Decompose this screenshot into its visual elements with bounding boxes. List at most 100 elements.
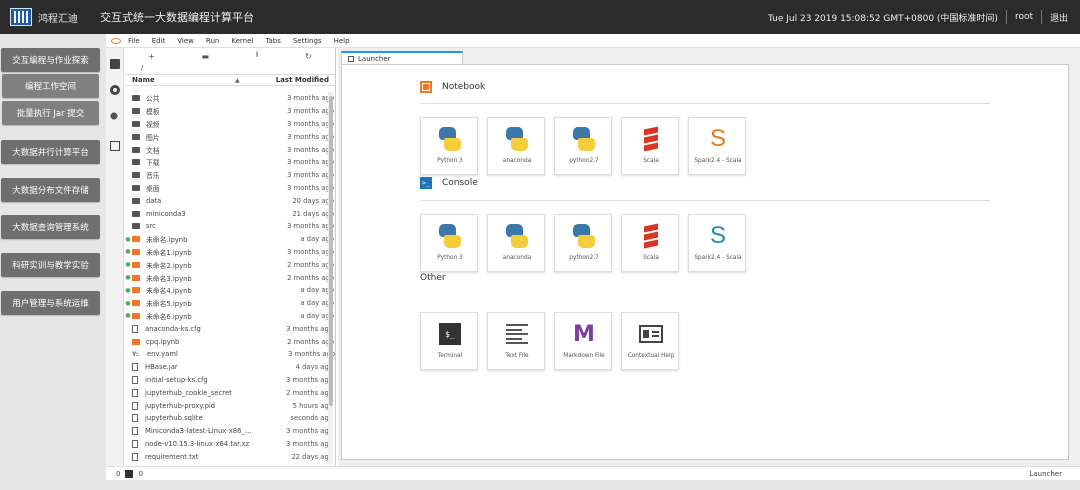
menu-help[interactable]: Help xyxy=(334,37,350,45)
menu-edit[interactable]: Edit xyxy=(152,37,166,45)
divider xyxy=(1040,10,1042,24)
file-row[interactable]: ● 未命名.ipynb a day ago xyxy=(125,233,336,246)
refresh-icon[interactable]: ↻ xyxy=(305,52,312,61)
file-row[interactable]: requirement.txt 22 days ago xyxy=(125,450,336,463)
nav-distributed-storage[interactable]: 大数据分布文件存储 xyxy=(1,178,100,202)
file-name: HBase.jar xyxy=(145,363,178,372)
launcher-card[interactable]: Contextual Help xyxy=(621,312,679,370)
status-bar: 0 0 Launcher xyxy=(106,466,1080,480)
footer-strip xyxy=(106,480,1080,490)
file-row[interactable]: 音乐 3 months ago xyxy=(125,169,336,182)
kernel-count[interactable]: 0 xyxy=(116,470,120,478)
file-row[interactable]: data 20 days ago xyxy=(125,194,336,207)
file-row[interactable]: jupyterhub-proxy.pid 5 hours ago xyxy=(125,399,336,412)
file-browser: + ▬ ⭱ ↻ / Name ▲ Last Modified 公共 3 month… xyxy=(125,48,336,466)
launcher-card[interactable]: S Spark2.4 - Scala xyxy=(688,117,746,175)
nav-user-ops[interactable]: 用户管理与系统运维 xyxy=(1,291,100,315)
divider xyxy=(420,103,990,104)
file-row[interactable]: ● 未命名2.ipynb 2 months ago xyxy=(125,258,336,271)
file-row[interactable]: 模板 3 months ago xyxy=(125,105,336,118)
file-modified: 2 months ago xyxy=(286,388,333,397)
folder-icon[interactable] xyxy=(110,59,120,69)
launcher-card-label: Scala xyxy=(643,255,659,261)
menu-file[interactable]: File xyxy=(128,37,140,45)
file-row[interactable]: 视频 3 months ago xyxy=(125,118,336,131)
nav-research-training[interactable]: 科研实训与教学实验 xyxy=(1,253,100,277)
nav-workspace[interactable]: 编程工作空间 xyxy=(2,74,99,98)
file-row[interactable]: HBase.jar 4 days ago xyxy=(125,361,336,374)
file-row[interactable]: ● 未命名6.ipynb a day ago xyxy=(125,310,336,323)
running-icon[interactable] xyxy=(110,85,120,95)
file-row[interactable]: node-v10.15.3-linux-x64.tar.xz 3 months a… xyxy=(125,438,336,451)
launcher-card[interactable]: python2.7 xyxy=(554,117,612,175)
scrollbar[interactable] xyxy=(328,92,333,464)
file-row[interactable]: anaconda-ks.cfg 3 months ago xyxy=(125,322,336,335)
sort-icon[interactable]: ▲ xyxy=(235,77,249,84)
scrollbar-thumb[interactable] xyxy=(328,96,333,406)
launcher-card[interactable]: Scala xyxy=(621,214,679,272)
console-icon: >_ xyxy=(420,177,432,189)
file-row[interactable]: 文档 3 months ago xyxy=(125,143,336,156)
palette-icon[interactable] xyxy=(110,112,120,122)
launcher-card[interactable]: M Markdown File xyxy=(554,312,612,370)
new-folder-icon[interactable]: ▬ xyxy=(202,52,210,61)
breadcrumb[interactable]: / xyxy=(125,64,335,74)
menu-bar: File Edit View Run Kernel Tabs Settings … xyxy=(106,34,1080,48)
file-row[interactable]: 图片 3 months ago xyxy=(125,130,336,143)
nav-jar-submit[interactable]: 批量执行 Jar 提交 xyxy=(2,101,99,125)
file-icon xyxy=(132,452,138,461)
launcher-card-label: Scala xyxy=(643,158,659,164)
launcher-card[interactable]: S Spark2.4 - Scala xyxy=(688,214,746,272)
menu-view[interactable]: View xyxy=(177,37,194,45)
launcher-card-label: Python 3 xyxy=(437,255,463,261)
logout-link[interactable]: 退出 xyxy=(1050,11,1068,24)
file-name: node-v10.15.3-linux-x64.tar.xz xyxy=(145,439,250,448)
nav-parallel-compute[interactable]: 大数据并行计算平台 xyxy=(1,140,100,164)
launcher-card-label: anaconda xyxy=(502,158,532,164)
file-list: 公共 3 months ago 模板 3 months ago 视频 3 months a… xyxy=(125,92,336,466)
file-row[interactable]: ● 未命名3.ipynb 2 months ago xyxy=(125,271,336,284)
launcher-card[interactable]: python2.7 xyxy=(554,214,612,272)
file-row[interactable]: 桌面 3 months ago xyxy=(125,182,336,195)
launcher-card[interactable]: $_ Terminal xyxy=(420,312,478,370)
file-row[interactable]: jupyterhub_cookie_secret 2 months ago xyxy=(125,386,336,399)
launcher-card[interactable]: Text File xyxy=(487,312,545,370)
upload-icon[interactable]: ⭱ xyxy=(256,49,259,63)
file-name: 公共 xyxy=(146,95,160,104)
tabs-icon[interactable] xyxy=(110,141,120,151)
file-row[interactable]: jupyterhub.sqlite seconds ago xyxy=(125,412,336,425)
menu-kernel[interactable]: Kernel xyxy=(231,37,253,45)
menu-settings[interactable]: Settings xyxy=(293,37,322,45)
file-row[interactable]: cpq.ipynb 2 months ago xyxy=(125,335,336,348)
file-row[interactable]: Miniconda3-latest-Linux-x86_64.sh 3 month… xyxy=(125,425,336,438)
menu-run[interactable]: Run xyxy=(206,37,219,45)
file-row[interactable]: 公共 3 months ago xyxy=(125,92,336,105)
name-column-header[interactable]: Name xyxy=(125,76,235,84)
file-row[interactable]: Y: env.yaml 3 months ago xyxy=(125,348,336,361)
file-modified: 3 months ago xyxy=(287,183,334,192)
launcher-card[interactable]: anaconda xyxy=(487,117,545,175)
file-row[interactable]: 下载 3 months ago xyxy=(125,156,336,169)
new-launcher-icon[interactable]: + xyxy=(148,52,155,61)
modified-column-header[interactable]: Last Modified xyxy=(249,76,329,84)
launcher-card[interactable]: anaconda xyxy=(487,214,545,272)
terminal-count[interactable]: 0 xyxy=(138,470,142,478)
file-row[interactable]: ● 未命名1.ipynb 3 months ago xyxy=(125,246,336,259)
file-row[interactable]: initial-setup-ks.cfg 3 months ago xyxy=(125,374,336,387)
launcher-card[interactable]: Scala xyxy=(621,117,679,175)
nav-interactive-programming[interactable]: 交互编程与作业探索 xyxy=(1,48,100,72)
folder-icon xyxy=(132,197,140,204)
launcher-card[interactable]: Python 3 xyxy=(420,214,478,272)
notebook-icon xyxy=(132,248,140,255)
menu-tabs[interactable]: Tabs xyxy=(265,37,281,45)
file-row[interactable]: ● 未命名5.ipynb a day ago xyxy=(125,297,336,310)
file-row[interactable]: src 3 months ago xyxy=(125,220,336,233)
username[interactable]: root xyxy=(1015,12,1033,22)
file-row[interactable]: ● 未命名4.ipynb a day ago xyxy=(125,284,336,297)
section-label: Console xyxy=(442,178,478,188)
launcher-card[interactable]: Python 3 xyxy=(420,117,478,175)
file-row[interactable]: miniconda3 21 days ago xyxy=(125,207,336,220)
tab-launcher[interactable]: Launcher xyxy=(341,51,463,64)
logo[interactable]: 鸿程汇迪 xyxy=(10,8,78,26)
nav-query-management[interactable]: 大数据查询管理系统 xyxy=(1,215,100,239)
